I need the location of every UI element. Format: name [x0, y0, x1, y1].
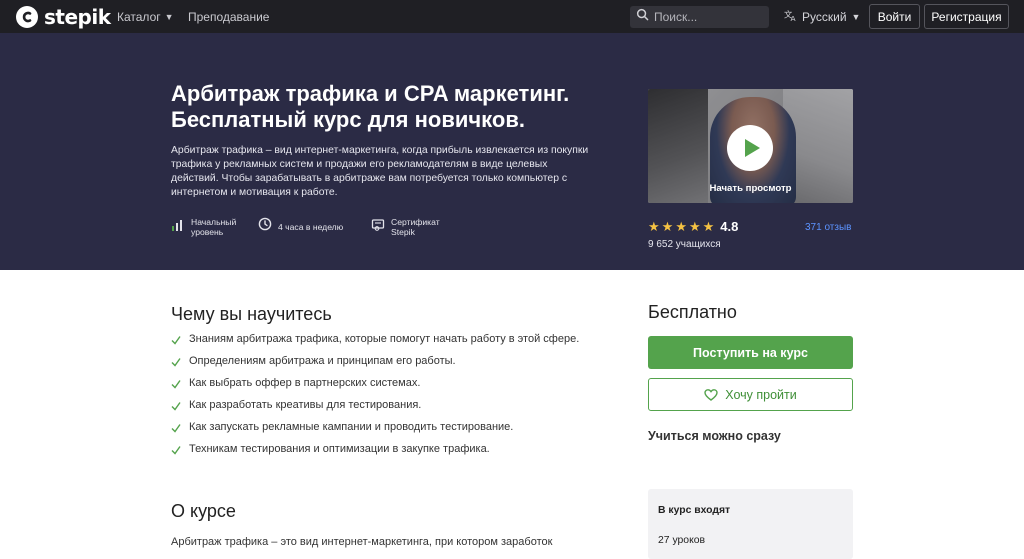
- learn-list: Знаниям арбитража трафика, которые помог…: [171, 333, 579, 465]
- certificate-line-2: Stepik: [391, 227, 415, 237]
- search-icon: [636, 8, 649, 26]
- wishlist-button[interactable]: Хочу пройти: [648, 378, 853, 411]
- star-icon: ★: [702, 219, 715, 234]
- nav-teaching-label: Преподавание: [188, 10, 270, 24]
- course-hero: Арбитраж трафика и CPA маркетинг. Беспла…: [0, 33, 1024, 270]
- star-icon: ★: [661, 219, 674, 234]
- course-price: Бесплатно: [648, 302, 737, 322]
- meta-level: Начальный уровень: [171, 217, 236, 237]
- learn-item-text: Как разработать креативы для тестировани…: [189, 399, 422, 411]
- students-count: 9 652 учащихся: [648, 239, 721, 250]
- includes-title: В курс входят: [658, 505, 731, 516]
- course-includes-box: В курс входят 27 уроков: [648, 489, 853, 559]
- course-promo-video[interactable]: Начать просмотр: [648, 89, 853, 203]
- play-button[interactable]: [727, 125, 773, 171]
- check-icon: [171, 336, 181, 345]
- about-text: Арбитраж трафика – это вид интернет-марк…: [171, 536, 553, 548]
- brand-name: stepik: [44, 5, 111, 29]
- enroll-button[interactable]: Поступить на курс: [648, 336, 853, 369]
- course-title: Арбитраж трафика и CPA маркетинг. Беспла…: [171, 81, 570, 132]
- nav-catalog-label: Каталог: [117, 10, 161, 24]
- star-icon: ★: [675, 219, 687, 234]
- learn-item-text: Определениям арбитража и принципам его р…: [189, 355, 456, 367]
- check-icon: [171, 380, 181, 389]
- star-icon: ★: [648, 219, 660, 234]
- hours-text: 4 часа в неделю: [278, 221, 344, 232]
- language-selector[interactable]: 文A Русский ▼: [784, 9, 860, 25]
- learn-item-text: Как запускать рекламные кампании и прово…: [189, 421, 514, 433]
- level-line-1: Начальный: [191, 217, 237, 227]
- check-icon: [171, 424, 181, 433]
- language-label: Русский: [802, 10, 847, 24]
- wishlist-label: Хочу пройти: [725, 387, 797, 402]
- svg-text:A: A: [791, 14, 796, 22]
- translate-icon: 文A: [784, 9, 797, 25]
- meta-hours: 4 часа в неделю: [258, 217, 343, 236]
- rating-value: 4.8: [720, 219, 739, 234]
- list-item: Как разработать креативы для тестировани…: [171, 399, 579, 421]
- list-item: Техникам тестирования и оптимизации в за…: [171, 443, 579, 465]
- learn-item-text: Знаниям арбитража трафика, которые помог…: [189, 333, 580, 345]
- check-icon: [171, 402, 181, 411]
- stepik-logo[interactable]: stepik: [16, 5, 111, 29]
- meta-certificate: Сертификат Stepik: [371, 217, 440, 237]
- learn-section-title: Чему вы научитесь: [171, 304, 332, 324]
- start-now-label: Учиться можно сразу: [648, 429, 781, 443]
- list-item: Как запускать рекламные кампании и прово…: [171, 421, 579, 443]
- clock-icon: [258, 217, 272, 236]
- chevron-down-icon: ▼: [851, 12, 861, 22]
- list-item: Знаниям арбитража трафика, которые помог…: [171, 333, 579, 355]
- heart-icon: [704, 388, 718, 401]
- course-rating: ★ ★ ★ ★ ★ 4.8: [648, 219, 738, 234]
- register-button[interactable]: Регистрация: [924, 4, 1009, 29]
- play-icon: [744, 139, 760, 157]
- certificate-line-1: Сертификат: [391, 217, 440, 227]
- level-bars-icon: [171, 218, 185, 237]
- learn-item-text: Техникам тестирования и оптимизации в за…: [189, 443, 490, 455]
- certificate-icon: [371, 218, 385, 237]
- stepik-logo-icon: [16, 6, 38, 28]
- search-box[interactable]: [630, 6, 769, 28]
- about-section-title: О курсе: [171, 501, 236, 521]
- level-line-2: уровень: [191, 227, 224, 237]
- reviews-link[interactable]: 371 отзыв: [805, 222, 851, 233]
- learn-item-text: Как выбрать оффер в партнерских системах…: [189, 377, 421, 389]
- check-icon: [171, 446, 181, 455]
- check-icon: [171, 358, 181, 367]
- search-input[interactable]: [654, 10, 764, 24]
- star-icon: ★: [688, 219, 701, 234]
- lessons-count: 27 уроков: [658, 535, 706, 546]
- list-item: Как выбрать оффер в партнерских системах…: [171, 377, 579, 399]
- nav-teaching[interactable]: Преподавание: [188, 10, 269, 24]
- list-item: Определениям арбитража и принципам его р…: [171, 355, 579, 377]
- chevron-down-icon: ▼: [164, 12, 174, 22]
- login-button[interactable]: Войти: [869, 4, 920, 29]
- course-description: Арбитраж трафика – вид интернет-маркетин…: [171, 145, 589, 198]
- nav-catalog[interactable]: Каталог ▼: [117, 10, 174, 24]
- top-navbar: stepik Каталог ▼ Преподавание 文A Русский…: [0, 0, 1024, 33]
- video-start-label: Начать просмотр: [709, 183, 792, 194]
